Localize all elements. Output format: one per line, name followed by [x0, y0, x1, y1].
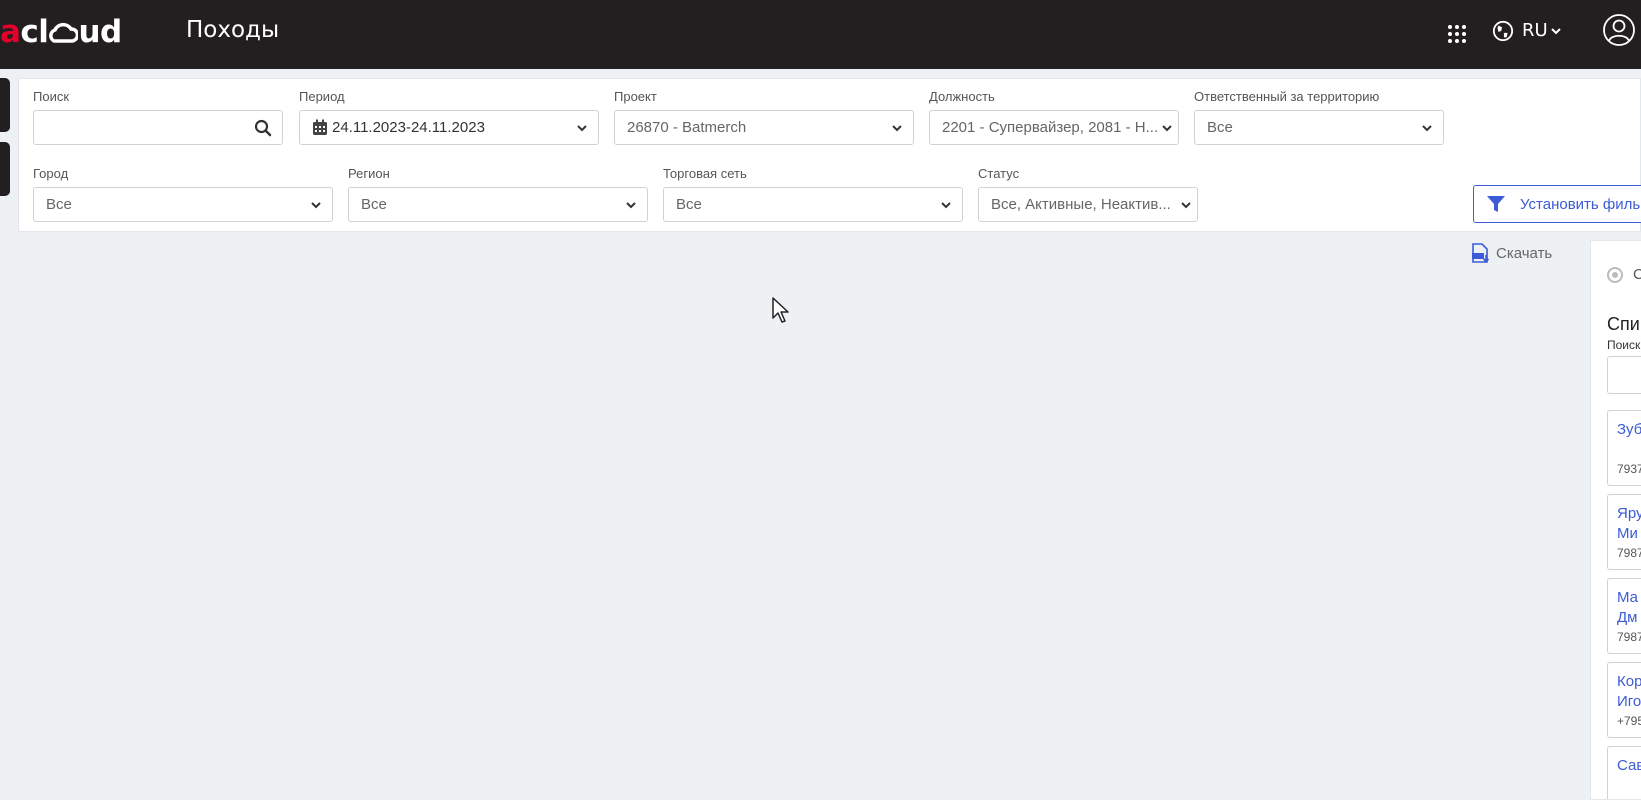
list-item-name[interactable]: Кор Иго	[1608, 663, 1641, 712]
list-item-name[interactable]: Зуб	[1608, 411, 1641, 440]
city-field: Город Все	[33, 166, 333, 222]
region-label: Регион	[348, 166, 390, 181]
period-select[interactable]: 24.11.2023-24.11.2023	[299, 110, 599, 145]
region-select[interactable]: Все	[348, 187, 648, 222]
status-value: Все, Активные, Неактив...	[991, 196, 1171, 213]
chevron-down-icon	[311, 202, 321, 209]
calendar-icon	[313, 119, 327, 135]
city-select[interactable]: Все	[33, 187, 333, 222]
period-value: 24.11.2023-24.11.2023	[332, 119, 485, 136]
search-field: Поиск	[33, 89, 283, 145]
position-select[interactable]: 2201 - Супервайзер, 2081 - Н...	[929, 110, 1179, 145]
apps-grid-icon[interactable]	[1445, 22, 1469, 46]
retail-chain-field: Торговая сеть Все	[663, 166, 963, 222]
project-value: 26870 - Batmerch	[627, 119, 747, 136]
list-item[interactable]: МаДм 7987	[1607, 578, 1641, 654]
status-label: Статус	[978, 166, 1020, 181]
retail-chain-value: Все	[676, 196, 702, 213]
chevron-down-icon	[941, 202, 951, 209]
logo[interactable]: acl ud	[0, 12, 122, 52]
period-label: Период	[299, 89, 345, 104]
chevron-down-icon	[1422, 125, 1432, 132]
list-item[interactable]: КорИго +795	[1607, 662, 1641, 738]
project-select[interactable]: 26870 - Batmerch	[614, 110, 914, 145]
city-value: Все	[46, 196, 72, 213]
period-field: Период 24.11.2023-24.11.2023	[299, 89, 599, 145]
page-title: Походы	[186, 17, 280, 43]
territory-owner-label: Ответственный за территорию	[1194, 89, 1380, 104]
territory-owner-value: Все	[1207, 119, 1233, 136]
xls-file-icon	[1472, 243, 1490, 263]
list-item-phone: 7987	[1617, 546, 1641, 560]
list-item-phone: 7987	[1617, 630, 1641, 644]
radio-option[interactable]	[1607, 267, 1623, 283]
list-item-phone: 7937	[1617, 462, 1641, 476]
radio-option-label: С	[1633, 266, 1641, 283]
download-button[interactable]: Скачать	[1470, 243, 1552, 263]
chevron-down-icon	[626, 202, 636, 209]
list-item-name[interactable]: Яру Ми	[1608, 495, 1641, 544]
region-value: Все	[361, 196, 387, 213]
employee-list-panel: С Спи Поиск Зуб 7937 ЯруМи 7987 МаДм 798…	[1590, 240, 1641, 800]
apply-filters-button[interactable]: Установить филь	[1473, 185, 1641, 223]
retail-chain-select[interactable]: Все	[663, 187, 963, 222]
globe-icon[interactable]	[1492, 20, 1514, 42]
project-label: Проект	[614, 89, 657, 104]
search-label: Поиск	[33, 89, 70, 104]
mouse-cursor-icon	[772, 297, 789, 323]
language-selector[interactable]: RU	[1522, 20, 1562, 41]
top-bar: acl ud Походы RU	[0, 0, 1641, 69]
project-field: Проект 26870 - Batmerch	[614, 89, 914, 145]
download-label: Скачать	[1496, 244, 1553, 262]
filter-icon	[1487, 196, 1505, 212]
chevron-down-icon	[1550, 27, 1561, 34]
language-label: RU	[1522, 20, 1548, 41]
apply-filters-label: Установить филь	[1520, 195, 1641, 213]
territory-owner-select[interactable]: Все	[1194, 110, 1444, 145]
list-item[interactable]: Сав	[1607, 746, 1641, 799]
region-field: Регион Все	[348, 166, 648, 222]
status-select[interactable]: Все, Активные, Неактив...	[978, 187, 1198, 222]
search-input[interactable]	[33, 110, 283, 145]
search-icon[interactable]	[254, 119, 272, 137]
side-tab-1[interactable]	[0, 78, 10, 132]
list-item-name[interactable]: Сав	[1608, 747, 1641, 776]
user-circle-icon[interactable]	[1602, 13, 1636, 47]
list-item[interactable]: Зуб 7937	[1607, 410, 1641, 486]
chevron-down-icon	[577, 125, 587, 132]
list-item[interactable]: ЯруМи 7987	[1607, 494, 1641, 570]
side-tab-2[interactable]	[0, 142, 10, 196]
list-search-label: Поиск	[1607, 338, 1641, 352]
position-value: 2201 - Супервайзер, 2081 - Н...	[942, 119, 1159, 136]
chevron-down-icon	[892, 125, 902, 132]
position-field: Должность 2201 - Супервайзер, 2081 - Н..…	[929, 89, 1179, 145]
list-item-name[interactable]: Ма Дм	[1608, 579, 1641, 628]
chevron-down-icon	[1162, 125, 1172, 132]
position-label: Должность	[929, 89, 995, 104]
list-item-phone: +795	[1617, 714, 1641, 728]
filter-panel: Поиск Период 24.11.2023-24.11.2023 Проек…	[18, 78, 1641, 232]
city-label: Город	[33, 166, 69, 181]
list-title: Спи	[1607, 314, 1640, 334]
list-search-input[interactable]	[1607, 356, 1641, 394]
chevron-down-icon	[1181, 202, 1191, 209]
territory-owner-field: Ответственный за территорию Все	[1194, 89, 1444, 145]
status-field: Статус Все, Активные, Неактив...	[978, 166, 1198, 222]
retail-chain-label: Торговая сеть	[663, 166, 747, 181]
